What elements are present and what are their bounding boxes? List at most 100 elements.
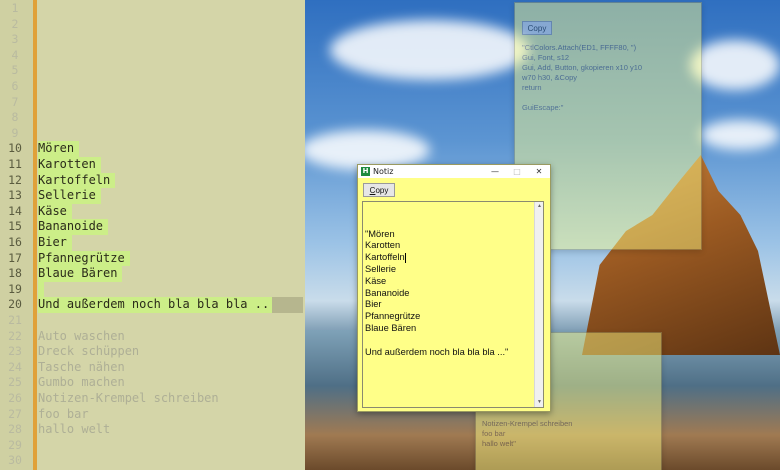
line-text: Auto waschen xyxy=(38,328,125,343)
note-line: Pfannegrütze xyxy=(365,311,421,322)
note-line: Und außerdem noch bla bla bla ..." xyxy=(365,346,509,357)
editor-line[interactable]: 17 Pfannegrütze xyxy=(0,250,305,267)
editor-line[interactable]: 3 xyxy=(0,32,305,48)
line-text: Käse xyxy=(38,203,72,220)
note-textarea[interactable]: "Mören Karotten Kartoffeln Sellerie Käse Bana… xyxy=(362,201,544,408)
line-text: foo bar xyxy=(38,406,89,421)
line-number: 26 xyxy=(8,391,22,405)
line-number: 27 xyxy=(8,406,22,421)
line-text: Bananoide xyxy=(38,219,109,235)
editor-line[interactable]: 13 Sellerie xyxy=(0,188,305,204)
note-window[interactable]: H Notiz — □ ✕ Copy "Mören Karotten Kartoff… xyxy=(357,164,551,412)
editor-line[interactable]: 28 hallo welt xyxy=(0,422,305,438)
line-number: 22 xyxy=(8,328,22,343)
editor-line[interactable]: 22 Auto waschen xyxy=(0,329,305,345)
note-line: Bier xyxy=(365,299,382,310)
editor-line[interactable]: 30 xyxy=(0,453,305,469)
minimize-button[interactable]: — xyxy=(484,165,506,178)
line-text: Karotten xyxy=(38,157,101,173)
scroll-up-arrow-icon[interactable]: ▲ xyxy=(535,202,543,211)
line-text: hallo welt xyxy=(38,422,111,437)
editor-line[interactable]: 18 Blaue Bären xyxy=(0,266,305,282)
copy-label: opy xyxy=(375,186,389,195)
line-number: 10 xyxy=(8,141,22,156)
editor-line[interactable]: 4 xyxy=(0,48,305,64)
line-number: 23 xyxy=(8,344,22,359)
line-text: Gumbo machen xyxy=(38,375,125,390)
editor-line[interactable]: 14 Käse xyxy=(0,203,305,220)
background-note-text: "CtlColors.Attach(ED1, FFFF80, ") Gui, F… xyxy=(522,43,643,112)
close-button[interactable]: ✕ xyxy=(528,165,550,178)
note-line xyxy=(365,335,541,347)
maximize-button[interactable]: □ xyxy=(506,165,528,178)
line-number: 8 xyxy=(11,110,19,125)
text-editor[interactable]: 1 2 3 4 5 6 7 8 9 10 Mören 11 Karotten 12 Kartoffeln 13… xyxy=(0,0,305,470)
note-line: Käse xyxy=(365,275,387,286)
editor-line[interactable]: 1 xyxy=(0,1,305,17)
editor-line[interactable]: 19 xyxy=(0,281,305,298)
line-number: 1 xyxy=(11,1,19,15)
window-title: Notiz xyxy=(373,167,394,176)
line-number: 6 xyxy=(11,79,19,93)
lower-note-text: Notizen-Krempel schreiben foo bar hallo … xyxy=(482,419,573,448)
editor-line[interactable]: 21 xyxy=(0,313,305,329)
vertical-scrollbar[interactable]: ▲ ▼ xyxy=(534,202,543,407)
line-number: 14 xyxy=(8,203,22,218)
line-number: 2 xyxy=(11,16,19,31)
line-number: 20 xyxy=(8,297,22,312)
line-text: Notizen-Krempel schreiben xyxy=(38,391,219,405)
note-line: Sellerie xyxy=(365,263,397,274)
note-line: Kartoffeln xyxy=(365,252,406,263)
editor-line[interactable]: 23 Dreck schüppen xyxy=(0,344,305,360)
app-icon: H xyxy=(361,167,370,176)
line-number: 13 xyxy=(8,188,22,203)
scroll-down-arrow-icon[interactable]: ▼ xyxy=(535,398,543,407)
line-number: 24 xyxy=(8,359,22,374)
cloud xyxy=(330,20,530,80)
editor-line[interactable]: 7 xyxy=(0,95,305,111)
editor-line[interactable]: 20 Und außerdem noch bla bla bla ... xyxy=(0,297,305,313)
editor-line[interactable]: 9 xyxy=(0,126,305,142)
note-titlebar[interactable]: H Notiz — □ ✕ xyxy=(358,165,550,178)
line-number: 30 xyxy=(8,453,22,468)
editor-line[interactable]: 25 Gumbo machen xyxy=(0,375,305,391)
line-number: 11 xyxy=(8,157,22,171)
line-text: Mören xyxy=(38,141,80,157)
cloud xyxy=(690,40,780,90)
editor-line[interactable]: 24 Tasche nähen xyxy=(0,360,305,376)
line-number: 5 xyxy=(11,63,19,78)
editor-line[interactable]: 26 Notizen-Krempel schreiben xyxy=(0,391,305,407)
editor-line[interactable]: 5 xyxy=(0,63,305,79)
editor-line[interactable]: 12 Kartoffeln xyxy=(0,172,305,189)
line-number: 28 xyxy=(8,422,22,437)
cursor-line-highlight xyxy=(272,297,303,313)
line-number: 19 xyxy=(8,281,22,296)
editor-line[interactable]: 2 xyxy=(0,17,305,33)
line-text: Dreck schüppen xyxy=(38,344,140,359)
line-number: 17 xyxy=(8,250,22,265)
editor-line[interactable]: 27 foo bar xyxy=(0,407,305,423)
selection-highlight xyxy=(38,281,44,298)
editor-line[interactable]: 16 Bier xyxy=(0,235,305,251)
editor-line[interactable]: 6 xyxy=(0,79,305,95)
line-number: 25 xyxy=(8,375,22,390)
editor-line[interactable]: 11 Karotten xyxy=(0,157,305,173)
line-text: Und außerdem noch bla bla bla ... xyxy=(38,297,279,313)
editor-line[interactable]: 15 Bananoide xyxy=(0,219,305,235)
text-caret xyxy=(404,252,406,263)
note-line: Blaue Bären xyxy=(365,322,417,333)
line-text: Pfannegrütze xyxy=(38,250,130,267)
editor-line[interactable]: 29 xyxy=(0,438,305,454)
editor-line[interactable]: 10 Mören xyxy=(0,141,305,157)
note-lines: "Mören Karotten Kartoffeln Sellerie Käse Bana… xyxy=(365,229,541,359)
cloud xyxy=(700,120,780,150)
line-text: Tasche nähen xyxy=(38,359,125,374)
line-number: 12 xyxy=(8,172,22,187)
note-line: Bananoide xyxy=(365,287,410,298)
line-number: 4 xyxy=(11,47,19,62)
editor-line[interactable]: 8 xyxy=(0,110,305,126)
line-text: Kartoffeln xyxy=(38,172,116,189)
copy-button[interactable]: Copy xyxy=(363,183,395,197)
background-copy-button[interactable]: Copy xyxy=(522,21,552,35)
note-line: Karotten xyxy=(365,240,401,251)
